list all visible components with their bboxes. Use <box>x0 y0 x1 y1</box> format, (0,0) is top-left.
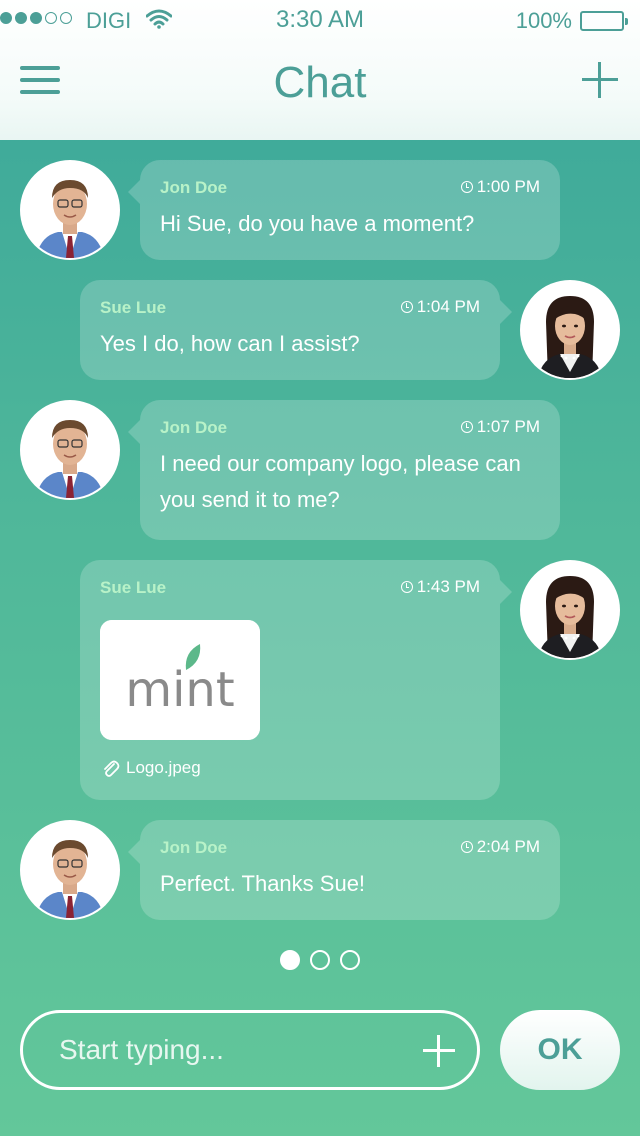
attachment-image-mint-logo[interactable]: mint <box>100 620 260 740</box>
message-text: I need our company logo, please can you … <box>160 451 521 512</box>
avatar-jon-doe[interactable] <box>20 400 120 500</box>
sender-name: Sue Lue <box>100 298 167 317</box>
sender-name: Sue Lue <box>100 578 167 597</box>
status-bar: DIGI 3:30 AM 100% <box>0 0 640 40</box>
chat-message: Jon Doe 2:04 PM Perfect. Thanks Sue! <box>0 820 640 920</box>
clock-icon <box>400 301 413 313</box>
message-time: 2:04 PM <box>460 837 540 857</box>
message-bubble: Jon Doe 1:00 PM Hi Sue, do you have a mo… <box>128 160 560 260</box>
page-indicator <box>280 950 360 970</box>
message-text: Yes I do, how can I assist? <box>100 331 360 356</box>
battery-percentage: 100% <box>515 8 572 33</box>
ok-send-button[interactable]: OK <box>500 1010 620 1090</box>
clock-icon <box>400 581 413 593</box>
message-composer <box>20 1010 480 1090</box>
clock-icon <box>460 421 473 433</box>
message-text: Hi Sue, do you have a moment? <box>160 211 475 236</box>
battery-icon <box>580 11 628 31</box>
message-bubble: Sue Lue 1:04 PM Yes I do, how can I assi… <box>80 280 512 380</box>
avatar-jon-doe[interactable] <box>20 160 120 260</box>
chat-message: Sue Lue 1:04 PM Yes I do, how can I assi… <box>0 280 640 380</box>
add-attachment-plus-icon[interactable] <box>423 1035 455 1067</box>
message-time: 1:43 PM <box>400 577 480 597</box>
clock-icon <box>460 181 473 193</box>
attachment-file-name: Logo.jpeg <box>126 758 201 777</box>
chat-message: Jon Doe 1:00 PM Hi Sue, do you have a mo… <box>0 160 640 260</box>
plus-icon[interactable] <box>582 62 618 98</box>
attachment-logo-text: mint <box>125 662 234 718</box>
sender-name: Jon Doe <box>160 838 228 857</box>
page-dot-3[interactable] <box>340 950 360 970</box>
chat-message: Sue Lue 1:43 PM mint Logo.jpeg <box>0 560 640 800</box>
message-bubble: Sue Lue 1:43 PM mint Logo.jpeg <box>80 560 512 800</box>
message-time: 1:04 PM <box>400 297 480 317</box>
avatar-jon-doe[interactable] <box>20 820 120 920</box>
page-dot-2[interactable] <box>310 950 330 970</box>
header: DIGI 3:30 AM 100% Chat <box>0 0 640 140</box>
message-bubble: Jon Doe 1:07 PM I need our company logo,… <box>128 400 560 540</box>
message-time: 1:00 PM <box>460 177 540 197</box>
page-title: Chat <box>273 58 367 107</box>
avatar-sue-lue[interactable] <box>520 560 620 660</box>
message-bubble: Jon Doe 2:04 PM Perfect. Thanks Sue! <box>128 820 560 920</box>
message-input[interactable] <box>59 1013 419 1087</box>
paperclip-icon <box>104 760 120 777</box>
attachment-link[interactable]: Logo.jpeg <box>100 758 201 778</box>
clock-icon <box>460 841 473 853</box>
message-text: Perfect. Thanks Sue! <box>160 871 366 896</box>
message-time: 1:07 PM <box>460 417 540 437</box>
chat-message: Jon Doe 1:07 PM I need our company logo,… <box>0 400 640 540</box>
sender-name: Jon Doe <box>160 178 228 197</box>
avatar-sue-lue[interactable] <box>520 280 620 380</box>
page-dot-1[interactable] <box>280 950 300 970</box>
sender-name: Jon Doe <box>160 418 228 437</box>
